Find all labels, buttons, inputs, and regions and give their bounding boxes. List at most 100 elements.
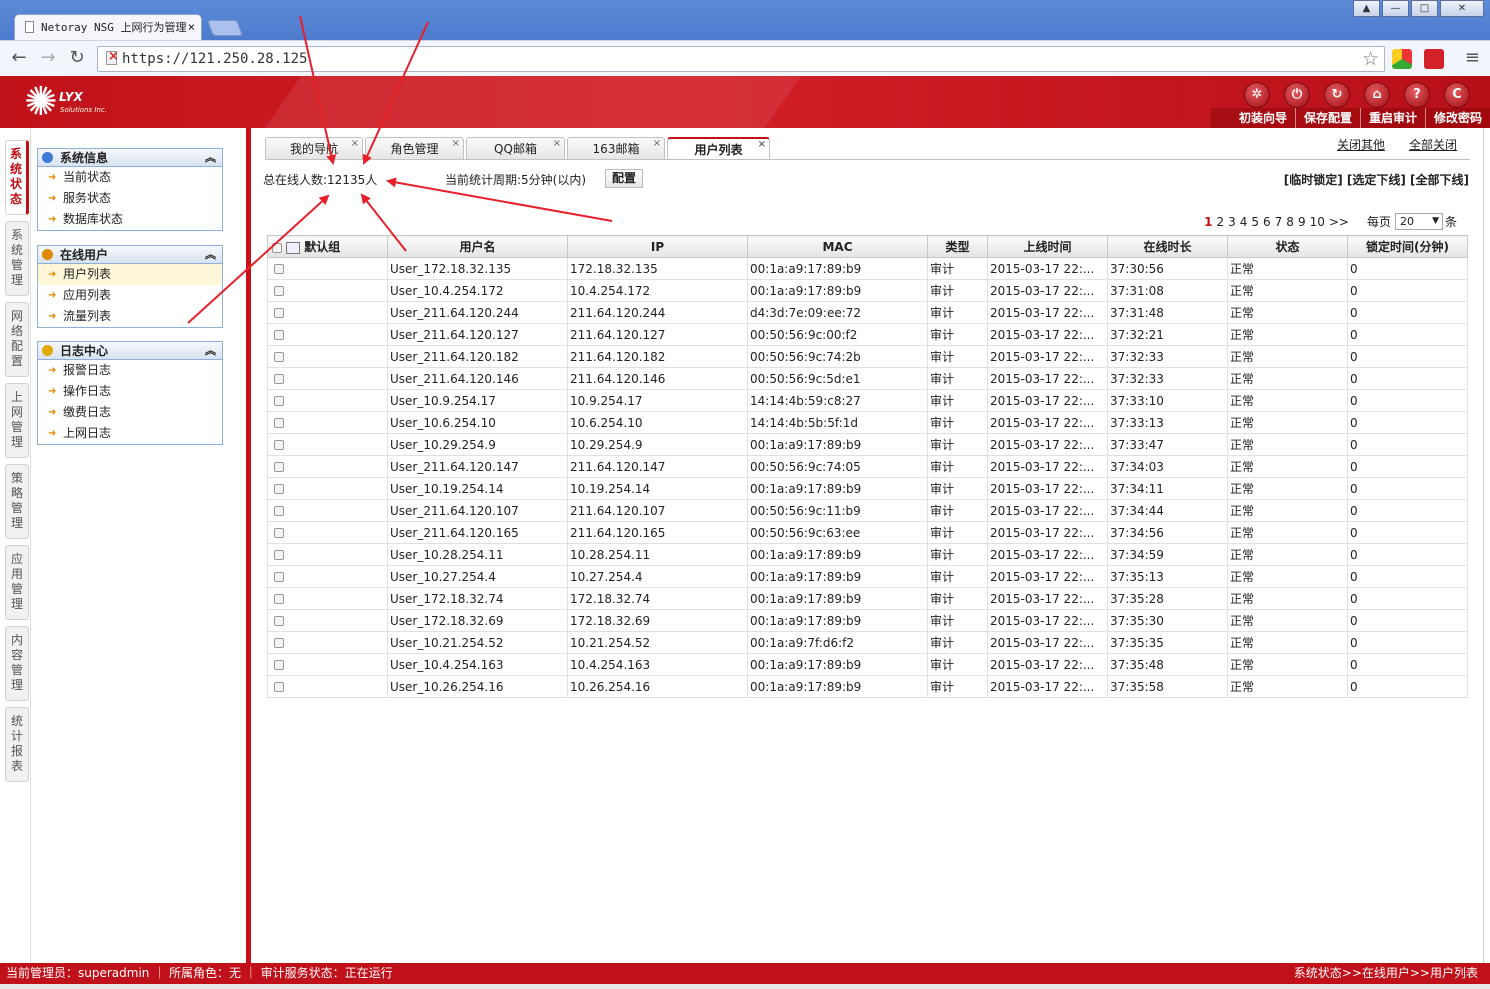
vtab-policy-management[interactable]: 策略管理 (5, 464, 29, 539)
browser-menu-icon[interactable]: ≡ (1465, 47, 1480, 68)
table-row[interactable]: User_172.18.32.74 172.18.32.74 00:1a:a9:17… (267, 587, 1468, 610)
sidebar-item-app-list[interactable]: ➜ 应用列表 (38, 285, 222, 306)
row-checkbox[interactable] (274, 286, 284, 296)
table-row[interactable]: User_10.26.254.16 10.26.254.16 00:1a:a9:17… (267, 675, 1468, 698)
page-link-2[interactable]: 2 (1216, 215, 1224, 229)
tab-163-mail[interactable]: 163邮箱 × (567, 137, 665, 159)
tab-close-icon[interactable]: × (188, 15, 195, 40)
page-link-10[interactable]: 10 (1310, 215, 1325, 229)
forward-icon[interactable]: → (37, 47, 59, 68)
tab-role-management[interactable]: 角色管理 × (365, 137, 464, 159)
collapse-icon[interactable]: ︽ (205, 246, 216, 264)
section-header[interactable]: 系统信息 ︽ (38, 149, 222, 167)
row-checkbox[interactable] (274, 264, 284, 274)
window-maximize-icon[interactable]: □ (1411, 0, 1438, 17)
row-checkbox[interactable] (274, 528, 284, 538)
table-row[interactable]: User_10.6.254.10 10.6.254.10 14:14:4b:5b:5… (267, 411, 1468, 434)
sidebar-item-current-status[interactable]: ➜ 当前状态 (38, 167, 222, 188)
column-header-type[interactable]: 类型 (927, 235, 988, 258)
sidebar-item-internet-log[interactable]: ➜ 上网日志 (38, 423, 222, 444)
table-row[interactable]: User_172.18.32.135 172.18.32.135 00:1a:a9:… (267, 257, 1468, 280)
table-row[interactable]: User_211.64.120.182 211.64.120.182 00:50:5… (267, 345, 1468, 368)
help-icon[interactable]: ? (1404, 82, 1430, 108)
tab-close-icon[interactable]: × (653, 133, 661, 155)
section-header[interactable]: 日志中心 ︽ (38, 342, 222, 360)
new-tab-button[interactable] (207, 20, 243, 36)
row-checkbox[interactable] (274, 660, 284, 670)
row-checkbox[interactable] (274, 550, 284, 560)
close-all-link[interactable]: 全部关闭 (1409, 136, 1457, 153)
per-page-select[interactable]: 20 ▼ (1394, 213, 1443, 230)
window-user-icon[interactable]: ▲ (1353, 0, 1380, 17)
row-checkbox[interactable] (274, 682, 284, 692)
collapse-icon[interactable]: ︽ (205, 149, 216, 167)
sidebar-item-database-status[interactable]: ➜ 数据库状态 (38, 209, 222, 230)
sidebar-item-service-status[interactable]: ➜ 服务状态 (38, 188, 222, 209)
reload-icon[interactable]: ↻ (66, 47, 88, 68)
address-bar[interactable]: × https://121.250.28.125 ☆ (97, 46, 1385, 72)
table-row[interactable]: User_211.64.120.127 211.64.120.127 00:50:5… (267, 323, 1468, 346)
tab-user-list[interactable]: 用户列表 × (667, 137, 770, 160)
table-row[interactable]: User_211.64.120.244 211.64.120.244 d4:3d:7… (267, 301, 1468, 324)
vtab-content-management[interactable]: 内容管理 (5, 626, 29, 701)
vtab-statistics-report[interactable]: 统计报表 (5, 707, 29, 782)
sidebar-item-traffic-list[interactable]: ➜ 流量列表 (38, 306, 222, 327)
restart-audit-link[interactable]: 重启审计 (1359, 108, 1425, 128)
table-row[interactable]: User_10.21.254.52 10.21.254.52 00:1a:a9:7f… (267, 631, 1468, 654)
sidebar-item-user-list[interactable]: ➜ 用户列表 (38, 264, 222, 285)
table-row[interactable]: User_10.19.254.14 10.19.254.14 00:1a:a9:17… (267, 477, 1468, 500)
tab-close-icon[interactable]: × (758, 134, 766, 156)
home-icon[interactable]: ⌂ (1364, 82, 1390, 108)
page-link-1[interactable]: 1 (1204, 215, 1212, 229)
table-row[interactable]: User_211.64.120.146 211.64.120.146 00:50:5… (267, 367, 1468, 390)
column-header-lock-time[interactable]: 锁定时间(分钟) (1347, 235, 1468, 258)
tab-my-navigation[interactable]: 我的导航 × (265, 137, 363, 159)
save-config-link[interactable]: 保存配置 (1294, 108, 1360, 128)
row-checkbox[interactable] (274, 462, 284, 472)
tab-close-icon[interactable]: × (553, 133, 561, 155)
page-link-6[interactable]: 6 (1263, 215, 1271, 229)
row-checkbox[interactable] (274, 352, 284, 362)
close-others-link[interactable]: 关闭其他 (1337, 136, 1385, 153)
row-checkbox[interactable] (274, 572, 284, 582)
restart-icon[interactable]: ↻ (1324, 82, 1350, 108)
page-link-5[interactable]: 5 (1251, 215, 1259, 229)
wizard-icon[interactable]: ✲ (1244, 82, 1270, 108)
table-row[interactable]: User_172.18.32.69 172.18.32.69 00:1a:a9:17… (267, 609, 1468, 632)
row-checkbox[interactable] (274, 616, 284, 626)
table-row[interactable]: User_10.29.254.9 10.29.254.9 00:1a:a9:17:8… (267, 433, 1468, 456)
row-checkbox[interactable] (274, 418, 284, 428)
row-checkbox[interactable] (274, 506, 284, 516)
table-row[interactable]: User_10.4.254.172 10.4.254.172 00:1a:a9:17… (267, 279, 1468, 302)
browser-tab[interactable]: Netoray NSG 上网行为管理 × (14, 14, 202, 40)
vtab-app-management[interactable]: 应用管理 (5, 545, 29, 620)
select-all-checkbox[interactable] (272, 242, 282, 253)
chrome-extension-icon[interactable] (1392, 49, 1412, 69)
row-checkbox[interactable] (274, 638, 284, 648)
ie-tab-extension-icon[interactable] (1424, 49, 1444, 69)
window-minimize-icon[interactable]: — (1382, 0, 1409, 17)
column-header-online-duration[interactable]: 在线时长 (1107, 235, 1228, 258)
vtab-system-management[interactable]: 系统管理 (5, 221, 29, 296)
sidebar-item-alarm-log[interactable]: ➜ 报警日志 (38, 360, 222, 381)
bulk-actions[interactable]: [临时锁定] [选定下线] [全部下线] (1284, 171, 1469, 188)
logout-icon[interactable]: C (1444, 82, 1470, 108)
row-checkbox[interactable] (274, 374, 284, 384)
page-link-3[interactable]: 3 (1228, 215, 1236, 229)
sidebar-item-payment-log[interactable]: ➜ 缴费日志 (38, 402, 222, 423)
bookmark-star-icon[interactable]: ☆ (1362, 48, 1379, 70)
tab-close-icon[interactable]: × (452, 133, 460, 155)
change-password-link[interactable]: 修改密码 (1424, 108, 1490, 128)
tab-qq-mail[interactable]: QQ邮箱 × (466, 137, 565, 159)
vtab-internet-management[interactable]: 上网管理 (5, 383, 29, 458)
column-header-login-time[interactable]: 上线时间 (987, 235, 1108, 258)
row-checkbox[interactable] (274, 396, 284, 406)
section-header[interactable]: 在线用户 ︽ (38, 246, 222, 264)
sidebar-item-operation-log[interactable]: ➜ 操作日志 (38, 381, 222, 402)
table-row[interactable]: User_211.64.120.107 211.64.120.107 00:50:5… (267, 499, 1468, 522)
table-row[interactable]: User_10.4.254.163 10.4.254.163 00:1a:a9:17… (267, 653, 1468, 676)
back-icon[interactable]: ← (8, 47, 30, 68)
setup-wizard-link[interactable]: 初装向导 (1231, 108, 1295, 128)
page-link-8[interactable]: 8 (1286, 215, 1294, 229)
url-text[interactable]: https://121.250.28.125 (122, 51, 307, 67)
